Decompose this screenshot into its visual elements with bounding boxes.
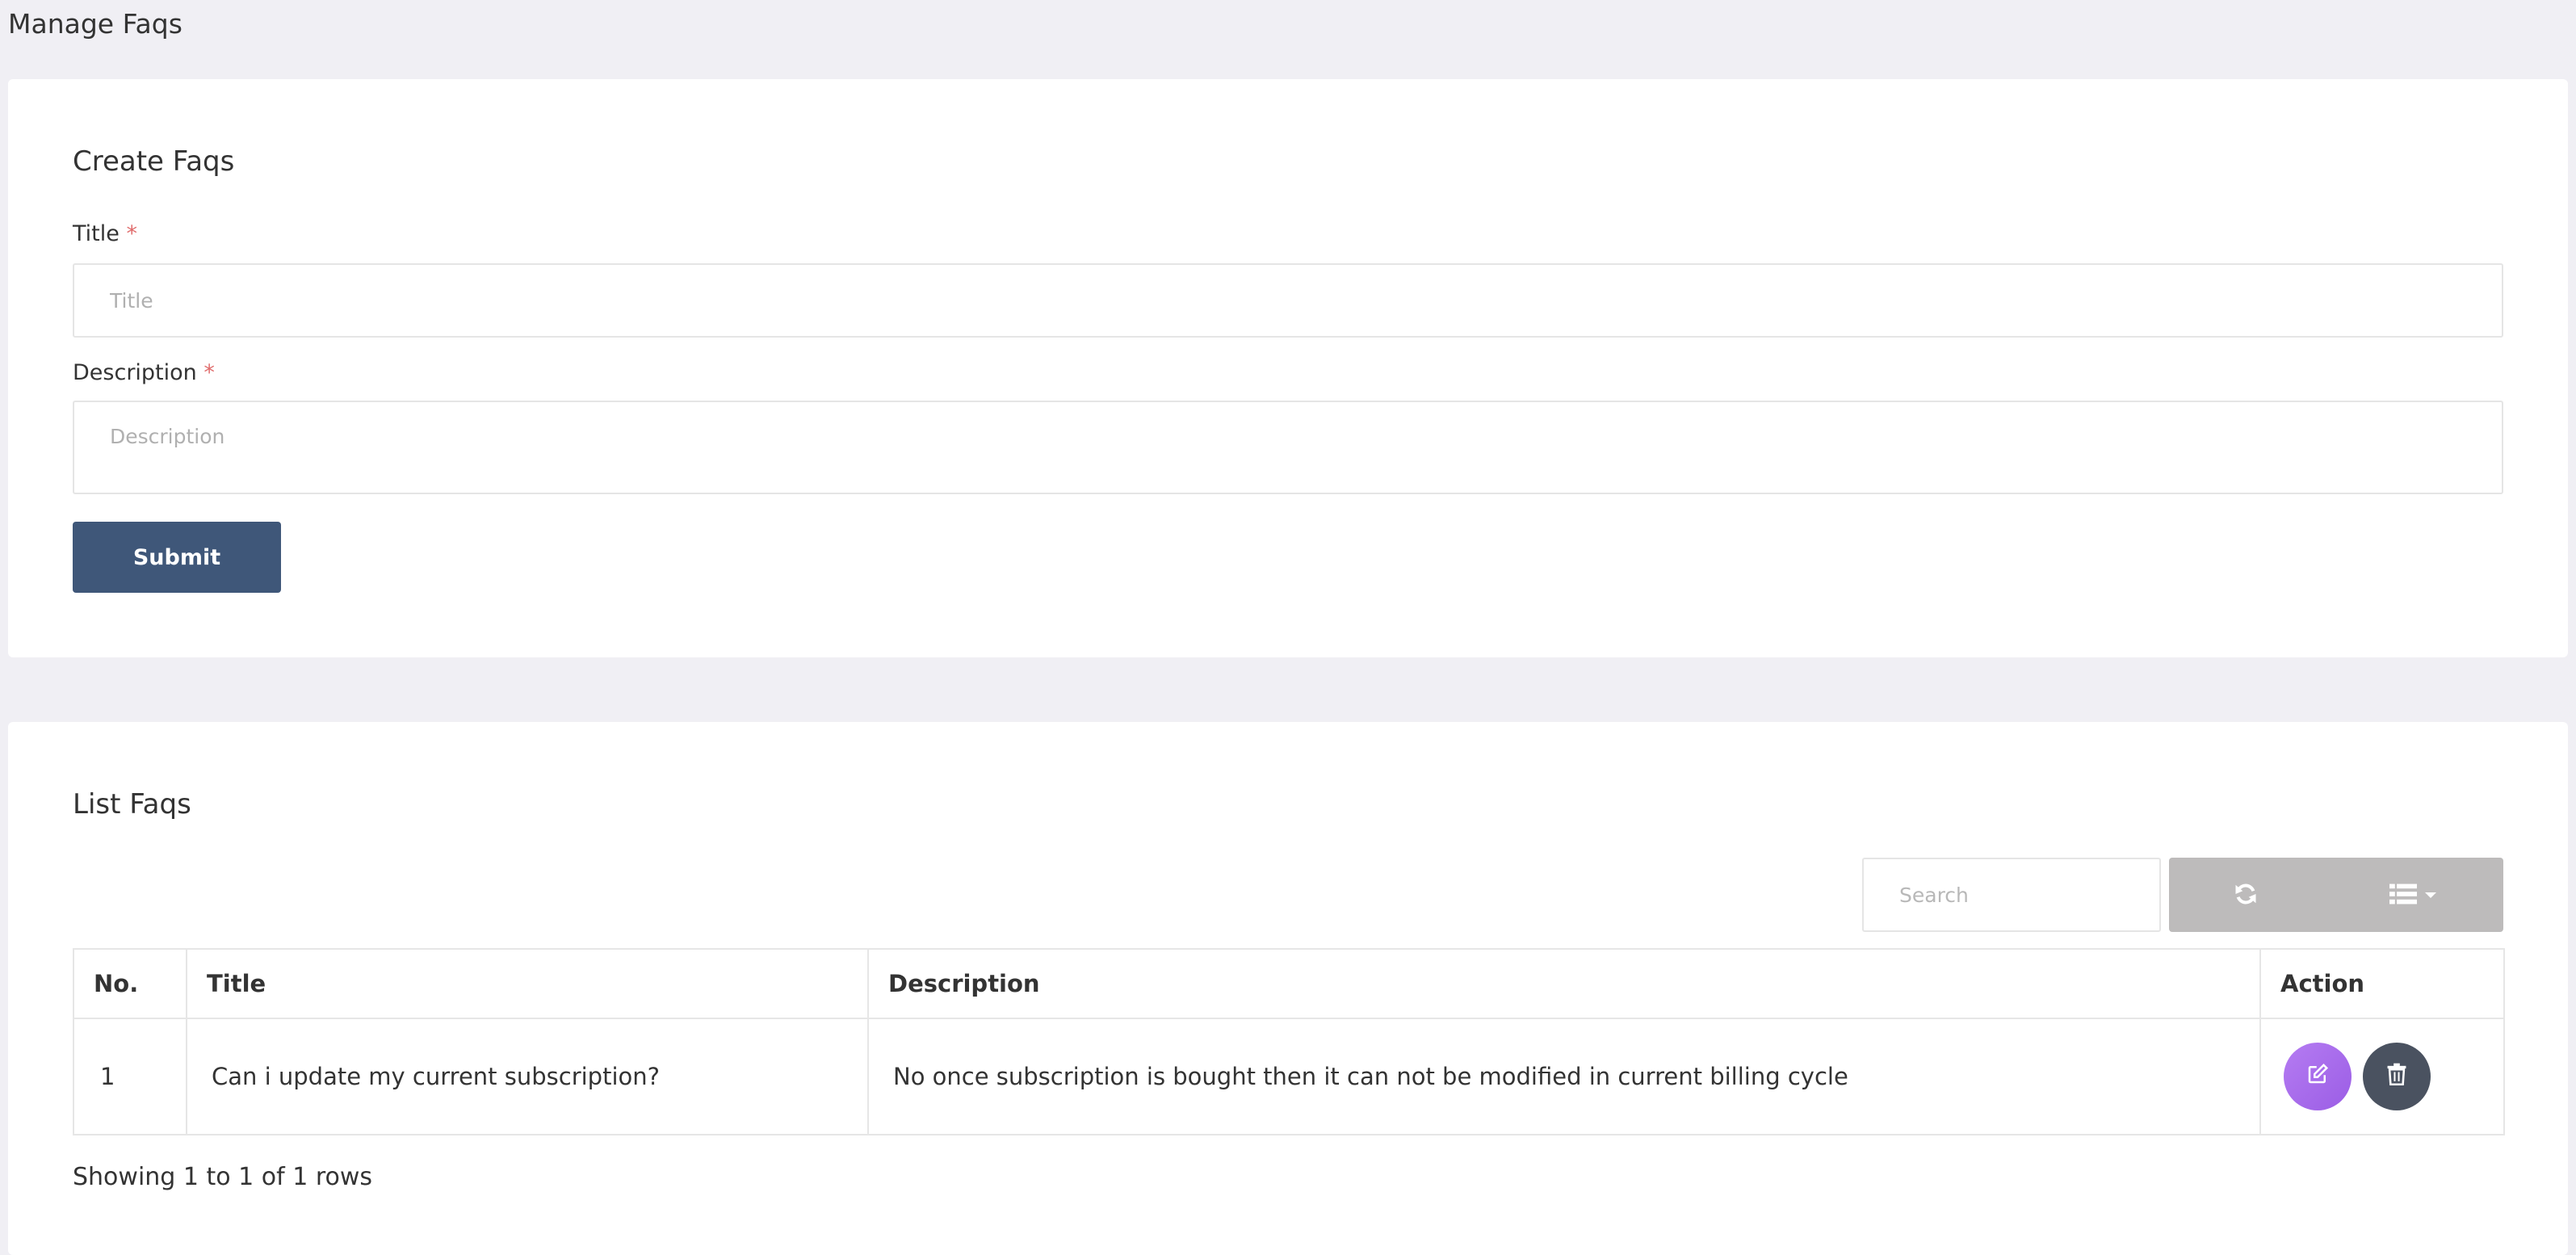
trash-icon xyxy=(2386,1063,2407,1091)
title-label-text: Title xyxy=(73,221,120,246)
cell-title: Can i update my current subscription? xyxy=(186,1018,869,1135)
list-icon xyxy=(2389,883,2417,908)
description-input[interactable] xyxy=(73,401,2503,494)
title-label: Title * xyxy=(73,221,137,246)
faqs-table: No. Title Description Action 1 Can i upd… xyxy=(73,948,2505,1135)
column-header-no[interactable]: No. xyxy=(73,948,187,1019)
list-faqs-card: List Faqs Search No. Title Description A… xyxy=(8,722,2568,1255)
caret-down-icon xyxy=(2425,889,2436,901)
delete-button[interactable] xyxy=(2363,1043,2431,1110)
pagination-info: Showing 1 to 1 of 1 rows xyxy=(73,1163,373,1191)
search-input[interactable] xyxy=(1862,858,2161,932)
list-faqs-heading: List Faqs xyxy=(73,788,191,821)
title-input[interactable] xyxy=(73,263,2503,338)
column-header-title[interactable]: Title xyxy=(186,948,869,1019)
cell-action xyxy=(2259,1018,2505,1135)
table-header-row: No. Title Description Action xyxy=(73,948,2505,1019)
cell-no: 1 xyxy=(73,1018,187,1135)
column-header-action: Action xyxy=(2259,948,2505,1019)
column-header-description[interactable]: Description xyxy=(867,948,2261,1019)
edit-button[interactable] xyxy=(2284,1043,2352,1110)
description-required-mark: * xyxy=(203,360,215,385)
description-label-text: Description xyxy=(73,360,197,385)
refresh-icon xyxy=(2234,882,2258,909)
table-row: 1 Can i update my current subscription? … xyxy=(73,1018,2505,1135)
cell-description: No once subscription is bought then it c… xyxy=(867,1018,2261,1135)
title-required-mark: * xyxy=(126,221,137,246)
description-label: Description * xyxy=(73,360,215,385)
submit-button[interactable]: Submit xyxy=(73,522,281,593)
page-title: Manage Faqs xyxy=(8,8,183,40)
refresh-button[interactable] xyxy=(2169,858,2322,932)
edit-icon xyxy=(2305,1062,2330,1092)
columns-toggle-button[interactable] xyxy=(2322,858,2503,932)
create-faqs-heading: Create Faqs xyxy=(73,145,235,178)
create-faqs-card: Create Faqs Title * Description * Submit xyxy=(8,79,2568,657)
